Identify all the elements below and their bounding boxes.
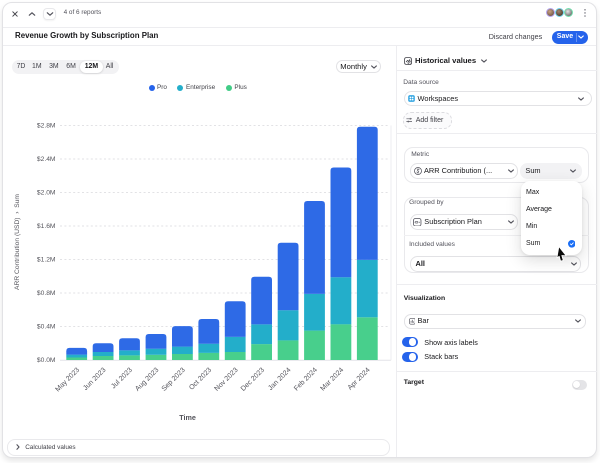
svg-text:$1.2M: $1.2M xyxy=(37,257,56,264)
svg-text:Time: Time xyxy=(179,413,196,422)
svg-text:May 2023: May 2023 xyxy=(54,367,81,394)
svg-text:$2.8M: $2.8M xyxy=(37,123,56,130)
svg-text:Feb 2024: Feb 2024 xyxy=(293,367,319,393)
svg-text:$2.4M: $2.4M xyxy=(37,156,56,163)
svg-text:Nov 2023: Nov 2023 xyxy=(213,367,239,393)
svg-text:ARR Contribution (USD) › Sum: ARR Contribution (USD) › Sum xyxy=(14,194,21,290)
svg-text:Aug 2023: Aug 2023 xyxy=(134,367,160,393)
svg-text:$0.0M: $0.0M xyxy=(37,357,56,364)
svg-text:$1.6M: $1.6M xyxy=(37,223,56,230)
svg-text:Jul 2023: Jul 2023 xyxy=(110,367,134,391)
svg-text:Dec 2023: Dec 2023 xyxy=(240,367,266,393)
svg-text:Sep 2023: Sep 2023 xyxy=(161,367,187,393)
svg-text:$2.0M: $2.0M xyxy=(37,190,56,197)
svg-text:Oct 2023: Oct 2023 xyxy=(188,367,213,392)
svg-text:Jun 2023: Jun 2023 xyxy=(82,367,107,392)
svg-text:Jan 2024: Jan 2024 xyxy=(267,367,292,392)
svg-text:$0.8M: $0.8M xyxy=(37,290,56,297)
svg-text:$0.4M: $0.4M xyxy=(37,324,56,331)
svg-text:Apr 2024: Apr 2024 xyxy=(347,367,372,392)
svg-text:Mar 2024: Mar 2024 xyxy=(319,367,345,393)
